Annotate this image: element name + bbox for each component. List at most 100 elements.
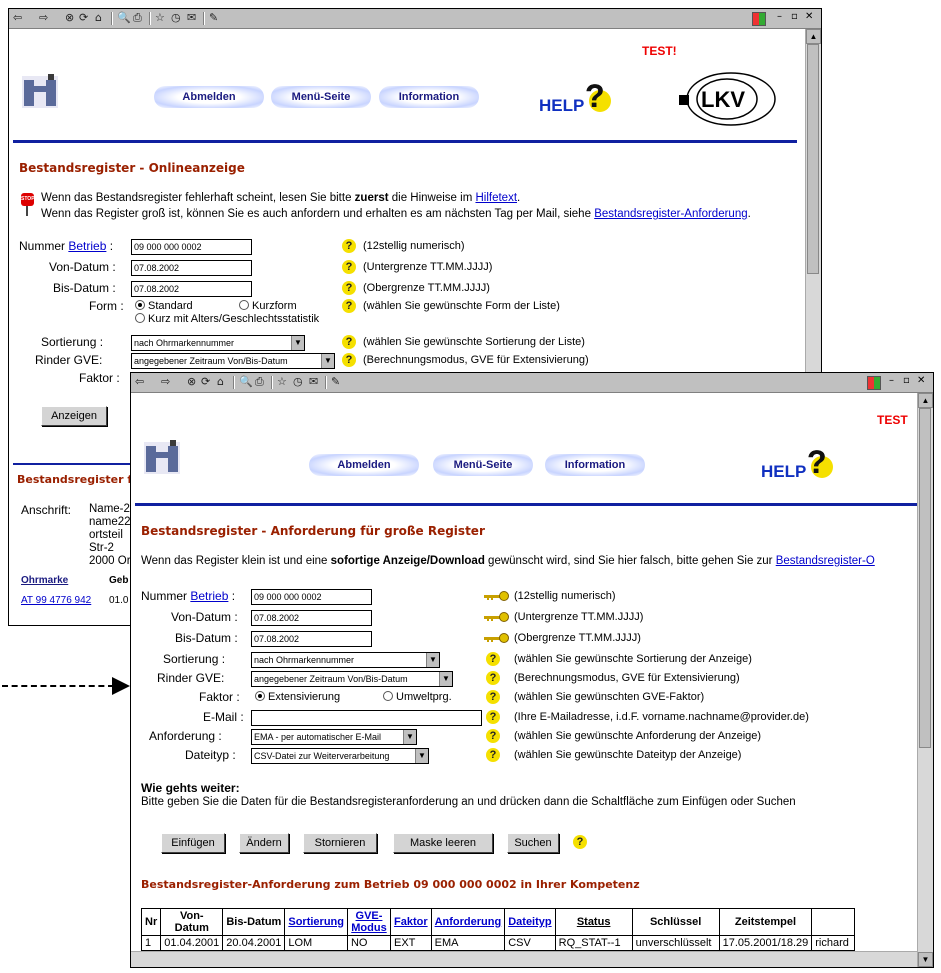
search-icon[interactable]: 🔍 bbox=[239, 375, 253, 389]
close-icon[interactable]: ✕ bbox=[805, 11, 813, 22]
clear-form-button[interactable]: Maske leeren bbox=[393, 833, 493, 853]
stop-icon[interactable]: ⊗ bbox=[65, 11, 74, 25]
von-datum-input[interactable]: 07.08.2002 bbox=[251, 610, 372, 626]
sortierung-select[interactable]: nach Ohrmarkennummer ▼ bbox=[131, 335, 305, 351]
scroll-up-icon[interactable]: ▲ bbox=[918, 393, 933, 408]
betrieb-link[interactable]: Betrieb bbox=[68, 239, 106, 253]
refresh-icon[interactable]: ⟳ bbox=[201, 375, 210, 389]
home-icon[interactable]: ⌂ bbox=[217, 375, 224, 389]
menu-page-button[interactable]: Menü-Seite bbox=[433, 454, 533, 476]
col-dateityp[interactable]: Dateityp bbox=[504, 908, 556, 936]
chevron-down-icon[interactable]: ▼ bbox=[403, 730, 416, 744]
rinder-gve-select[interactable]: angegebener Zeitraum Von/Bis-Datum ▼ bbox=[131, 353, 335, 369]
help-icon[interactable]: ? bbox=[486, 652, 500, 666]
form-kurz-statistik-radio[interactable]: Kurz mit Alters/Geschlechtsstatistik bbox=[135, 313, 319, 325]
col-gve-modus[interactable]: GVE-Modus bbox=[346, 908, 391, 936]
help-icon[interactable]: ? bbox=[342, 260, 356, 274]
email-input[interactable] bbox=[251, 710, 482, 726]
betrieb-link[interactable]: Betrieb bbox=[190, 589, 228, 603]
close-icon[interactable]: ✕ bbox=[917, 375, 925, 386]
print-icon[interactable]: ⎙ bbox=[255, 375, 264, 389]
back-icon[interactable]: ⇦ bbox=[135, 375, 144, 389]
sortierung-select[interactable]: nach Ohrmarkennummer ▼ bbox=[251, 652, 440, 668]
maximize-icon[interactable]: ▫ bbox=[791, 11, 798, 22]
scroll-thumb[interactable] bbox=[919, 408, 931, 748]
chevron-down-icon[interactable]: ▼ bbox=[415, 749, 428, 763]
nummer-input[interactable]: 09 000 000 0002 bbox=[251, 589, 372, 605]
information-button[interactable]: Information bbox=[379, 86, 479, 108]
insert-button[interactable]: Einfügen bbox=[161, 833, 225, 853]
edit-icon[interactable]: ✎ bbox=[331, 375, 340, 389]
nummer-input[interactable]: 09 000 000 0002 bbox=[131, 239, 252, 255]
help-icon[interactable]: ? bbox=[486, 671, 500, 685]
faktor-umweltprg-radio[interactable]: Umweltprg. bbox=[383, 691, 452, 703]
cancel-button[interactable]: Stornieren bbox=[303, 833, 377, 853]
refresh-icon[interactable]: ⟳ bbox=[79, 11, 88, 25]
col-status[interactable]: Status bbox=[554, 908, 633, 936]
information-button[interactable]: Information bbox=[545, 454, 645, 476]
help-icon[interactable]: ? bbox=[573, 835, 587, 849]
table-row[interactable]: 1 01.04.2001 20.04.2001 LOM NO EXT EMA C… bbox=[140, 935, 856, 951]
col-faktor[interactable]: Faktor bbox=[389, 908, 432, 936]
search-icon[interactable]: 🔍 bbox=[117, 11, 131, 25]
help-logo[interactable]: HELP ? bbox=[761, 444, 841, 485]
home-icon[interactable]: ⌂ bbox=[95, 11, 102, 25]
logout-button[interactable]: Abmelden bbox=[309, 454, 419, 476]
favorites-icon[interactable]: ☆ bbox=[277, 375, 287, 389]
chevron-down-icon[interactable]: ▼ bbox=[291, 336, 304, 350]
col-anforderung[interactable]: Anforderung bbox=[430, 908, 506, 936]
rinder-gve-select[interactable]: angegebener Zeitraum Von/Bis-Datum ▼ bbox=[251, 671, 453, 687]
anzeigen-button[interactable]: Anzeigen bbox=[41, 406, 107, 426]
bis-datum-input[interactable]: 07.08.2002 bbox=[131, 281, 252, 297]
help-icon[interactable]: ? bbox=[486, 729, 500, 743]
history-icon[interactable]: ◷ bbox=[171, 11, 181, 25]
scroll-thumb[interactable] bbox=[807, 44, 819, 274]
forward-icon[interactable]: ⇨ bbox=[161, 375, 170, 389]
help-icon[interactable]: ? bbox=[486, 748, 500, 762]
bis-datum-input[interactable]: 07.08.2002 bbox=[251, 631, 372, 647]
mail-icon[interactable]: ✉ bbox=[187, 11, 196, 25]
stop-icon[interactable]: ⊗ bbox=[187, 375, 196, 389]
maximize-icon[interactable]: ▫ bbox=[903, 375, 910, 386]
help-icon[interactable]: ? bbox=[342, 299, 356, 313]
form-kurzform-radio[interactable]: Kurzform bbox=[239, 300, 297, 312]
horizontal-scrollbar[interactable] bbox=[131, 951, 917, 967]
chevron-down-icon[interactable]: ▼ bbox=[426, 653, 439, 667]
edit-icon[interactable]: ✎ bbox=[209, 11, 218, 25]
online-display-link[interactable]: Bestandsregister-O bbox=[776, 555, 875, 567]
dateityp-select[interactable]: CSV-Datei zur Weiterverarbeitung ▼ bbox=[251, 748, 429, 764]
help-logo[interactable]: HELP ? bbox=[539, 78, 619, 119]
col-sortierung[interactable]: Sortierung bbox=[284, 908, 348, 936]
back-icon[interactable]: ⇦ bbox=[13, 11, 22, 25]
menu-page-button[interactable]: Menü-Seite bbox=[271, 86, 371, 108]
row-ohrmarke-link[interactable]: AT 99 4776 942 bbox=[21, 595, 91, 606]
change-button[interactable]: Ändern bbox=[239, 833, 289, 853]
help-icon[interactable]: ? bbox=[486, 710, 500, 724]
minimize-icon[interactable]: – bbox=[889, 375, 894, 386]
mail-icon[interactable]: ✉ bbox=[309, 375, 318, 389]
anforderung-select[interactable]: EMA - per automatischer E-Mail ▼ bbox=[251, 729, 417, 745]
scroll-down-icon[interactable]: ▼ bbox=[918, 952, 933, 967]
scroll-up-icon[interactable]: ▲ bbox=[806, 29, 821, 44]
print-icon[interactable]: ⎙ bbox=[133, 11, 142, 25]
chevron-down-icon[interactable]: ▼ bbox=[321, 354, 334, 368]
help-text-link[interactable]: Hilfetext bbox=[475, 192, 517, 204]
minimize-icon[interactable]: – bbox=[777, 11, 782, 22]
forward-icon[interactable]: ⇨ bbox=[39, 11, 48, 25]
help-icon[interactable]: ? bbox=[342, 239, 356, 253]
chevron-down-icon[interactable]: ▼ bbox=[439, 672, 452, 686]
help-icon[interactable]: ? bbox=[486, 690, 500, 704]
vertical-scrollbar[interactable]: ▲ ▼ bbox=[917, 393, 933, 967]
logout-button[interactable]: Abmelden bbox=[154, 86, 264, 108]
von-datum-input[interactable]: 07.08.2002 bbox=[131, 260, 252, 276]
help-icon[interactable]: ? bbox=[342, 353, 356, 367]
search-button[interactable]: Suchen bbox=[507, 833, 559, 853]
history-icon[interactable]: ◷ bbox=[293, 375, 303, 389]
col-ohrmarke[interactable]: Ohrmarke bbox=[21, 575, 68, 586]
faktor-extensivierung-radio[interactable]: Extensivierung bbox=[255, 691, 340, 703]
help-icon[interactable]: ? bbox=[342, 281, 356, 295]
favorites-icon[interactable]: ☆ bbox=[155, 11, 165, 25]
register-request-link[interactable]: Bestandsregister-Anforderung bbox=[594, 208, 747, 220]
help-icon[interactable]: ? bbox=[342, 335, 356, 349]
form-standard-radio[interactable]: Standard bbox=[135, 300, 193, 312]
